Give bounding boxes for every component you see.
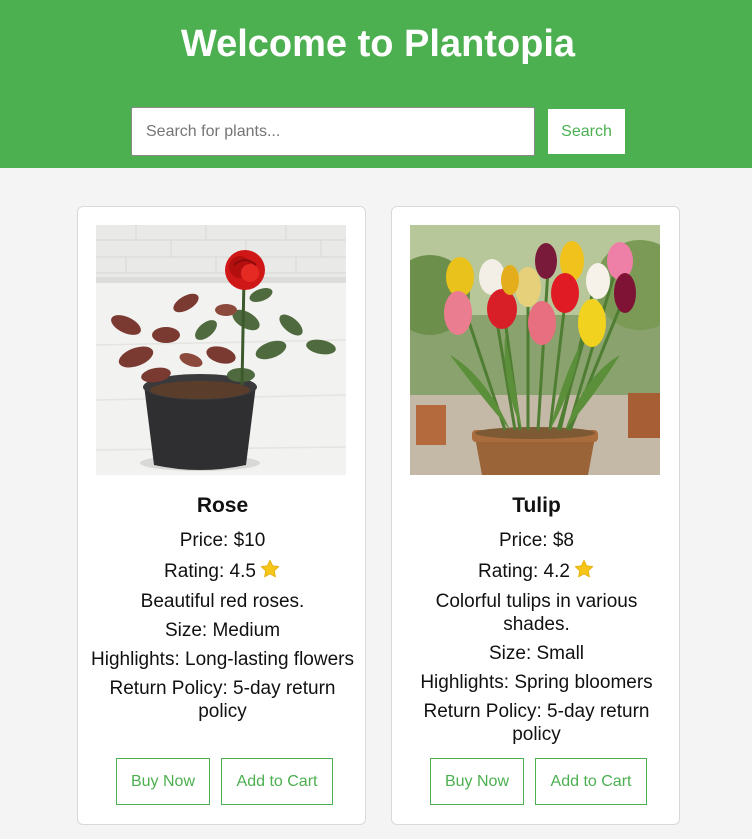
product-highlights: Highlights: Spring bloomers — [420, 672, 653, 693]
product-price: Price: $8 — [499, 530, 574, 551]
rating-text: Rating: 4.2 — [478, 561, 570, 582]
add-to-cart-button[interactable]: Add to Cart — [221, 758, 333, 805]
product-card-tulip: Tulip Price: $8 Rating: 4.2 Colorful tul… — [391, 206, 680, 825]
product-actions: Buy Now Add to Cart — [78, 758, 365, 805]
product-name: Rose — [196, 494, 249, 517]
product-details: Tulip Price: $8 Rating: 4.2 Colorful tul… — [400, 489, 673, 752]
product-highlights: Highlights: Long-lasting flowers — [91, 649, 354, 670]
product-details: Rose Price: $10 Rating: 4.5 Beautiful re… — [86, 489, 359, 729]
buy-now-button[interactable]: Buy Now — [116, 758, 210, 805]
star-icon — [573, 558, 595, 580]
product-return-policy: Return Policy: 5-day return policy — [423, 701, 650, 745]
product-rating: Rating: 4.5 — [86, 558, 359, 583]
product-price: Price: $10 — [179, 530, 266, 551]
product-size: Size: Medium — [164, 620, 281, 641]
product-actions: Buy Now Add to Cart — [392, 758, 679, 805]
site-header: Welcome to Plantopia Search — [0, 0, 752, 168]
add-to-cart-button[interactable]: Add to Cart — [535, 758, 647, 805]
product-card-rose: Rose Price: $10 Rating: 4.5 Beautiful re… — [77, 206, 366, 825]
rose-plant-photo — [96, 225, 346, 475]
tulip-plant-photo — [410, 225, 660, 475]
search-input[interactable] — [131, 107, 535, 156]
rating-text: Rating: 4.5 — [164, 561, 256, 582]
buy-now-button[interactable]: Buy Now — [430, 758, 524, 805]
search-button[interactable]: Search — [548, 109, 625, 154]
product-size: Size: Small — [488, 643, 585, 664]
site-title: Welcome to Plantopia — [180, 23, 576, 65]
product-rating: Rating: 4.2 — [400, 558, 673, 583]
product-name: Tulip — [512, 494, 561, 517]
product-description: Beautiful red roses. — [140, 591, 305, 612]
product-return-policy: Return Policy: 5-day return policy — [109, 678, 336, 722]
product-description: Colorful tulips in various shades. — [435, 591, 638, 635]
star-icon — [259, 558, 281, 580]
